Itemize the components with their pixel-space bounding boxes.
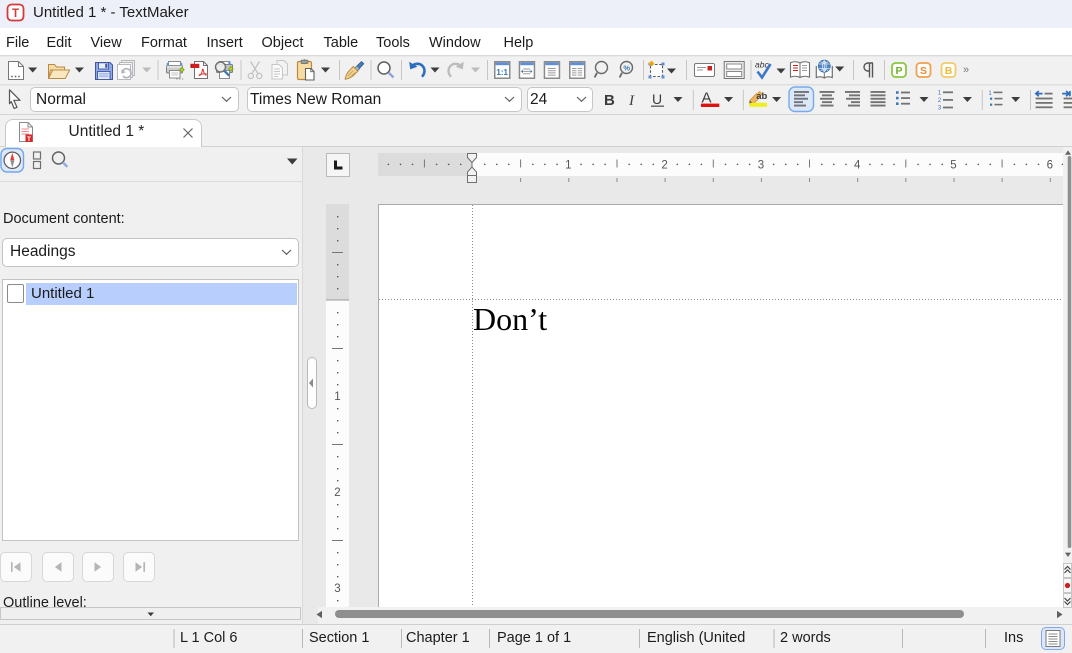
svg-text:2: 2 <box>334 487 340 499</box>
svg-text:5: 5 <box>950 160 956 172</box>
svg-text:2: 2 <box>661 160 667 172</box>
svg-text:4: 4 <box>854 160 861 172</box>
svg-text:3: 3 <box>334 583 340 595</box>
svg-text:1: 1 <box>565 160 571 172</box>
svg-text:3: 3 <box>758 160 764 172</box>
svg-text:6: 6 <box>1047 160 1053 172</box>
svg-text:1: 1 <box>334 391 340 403</box>
